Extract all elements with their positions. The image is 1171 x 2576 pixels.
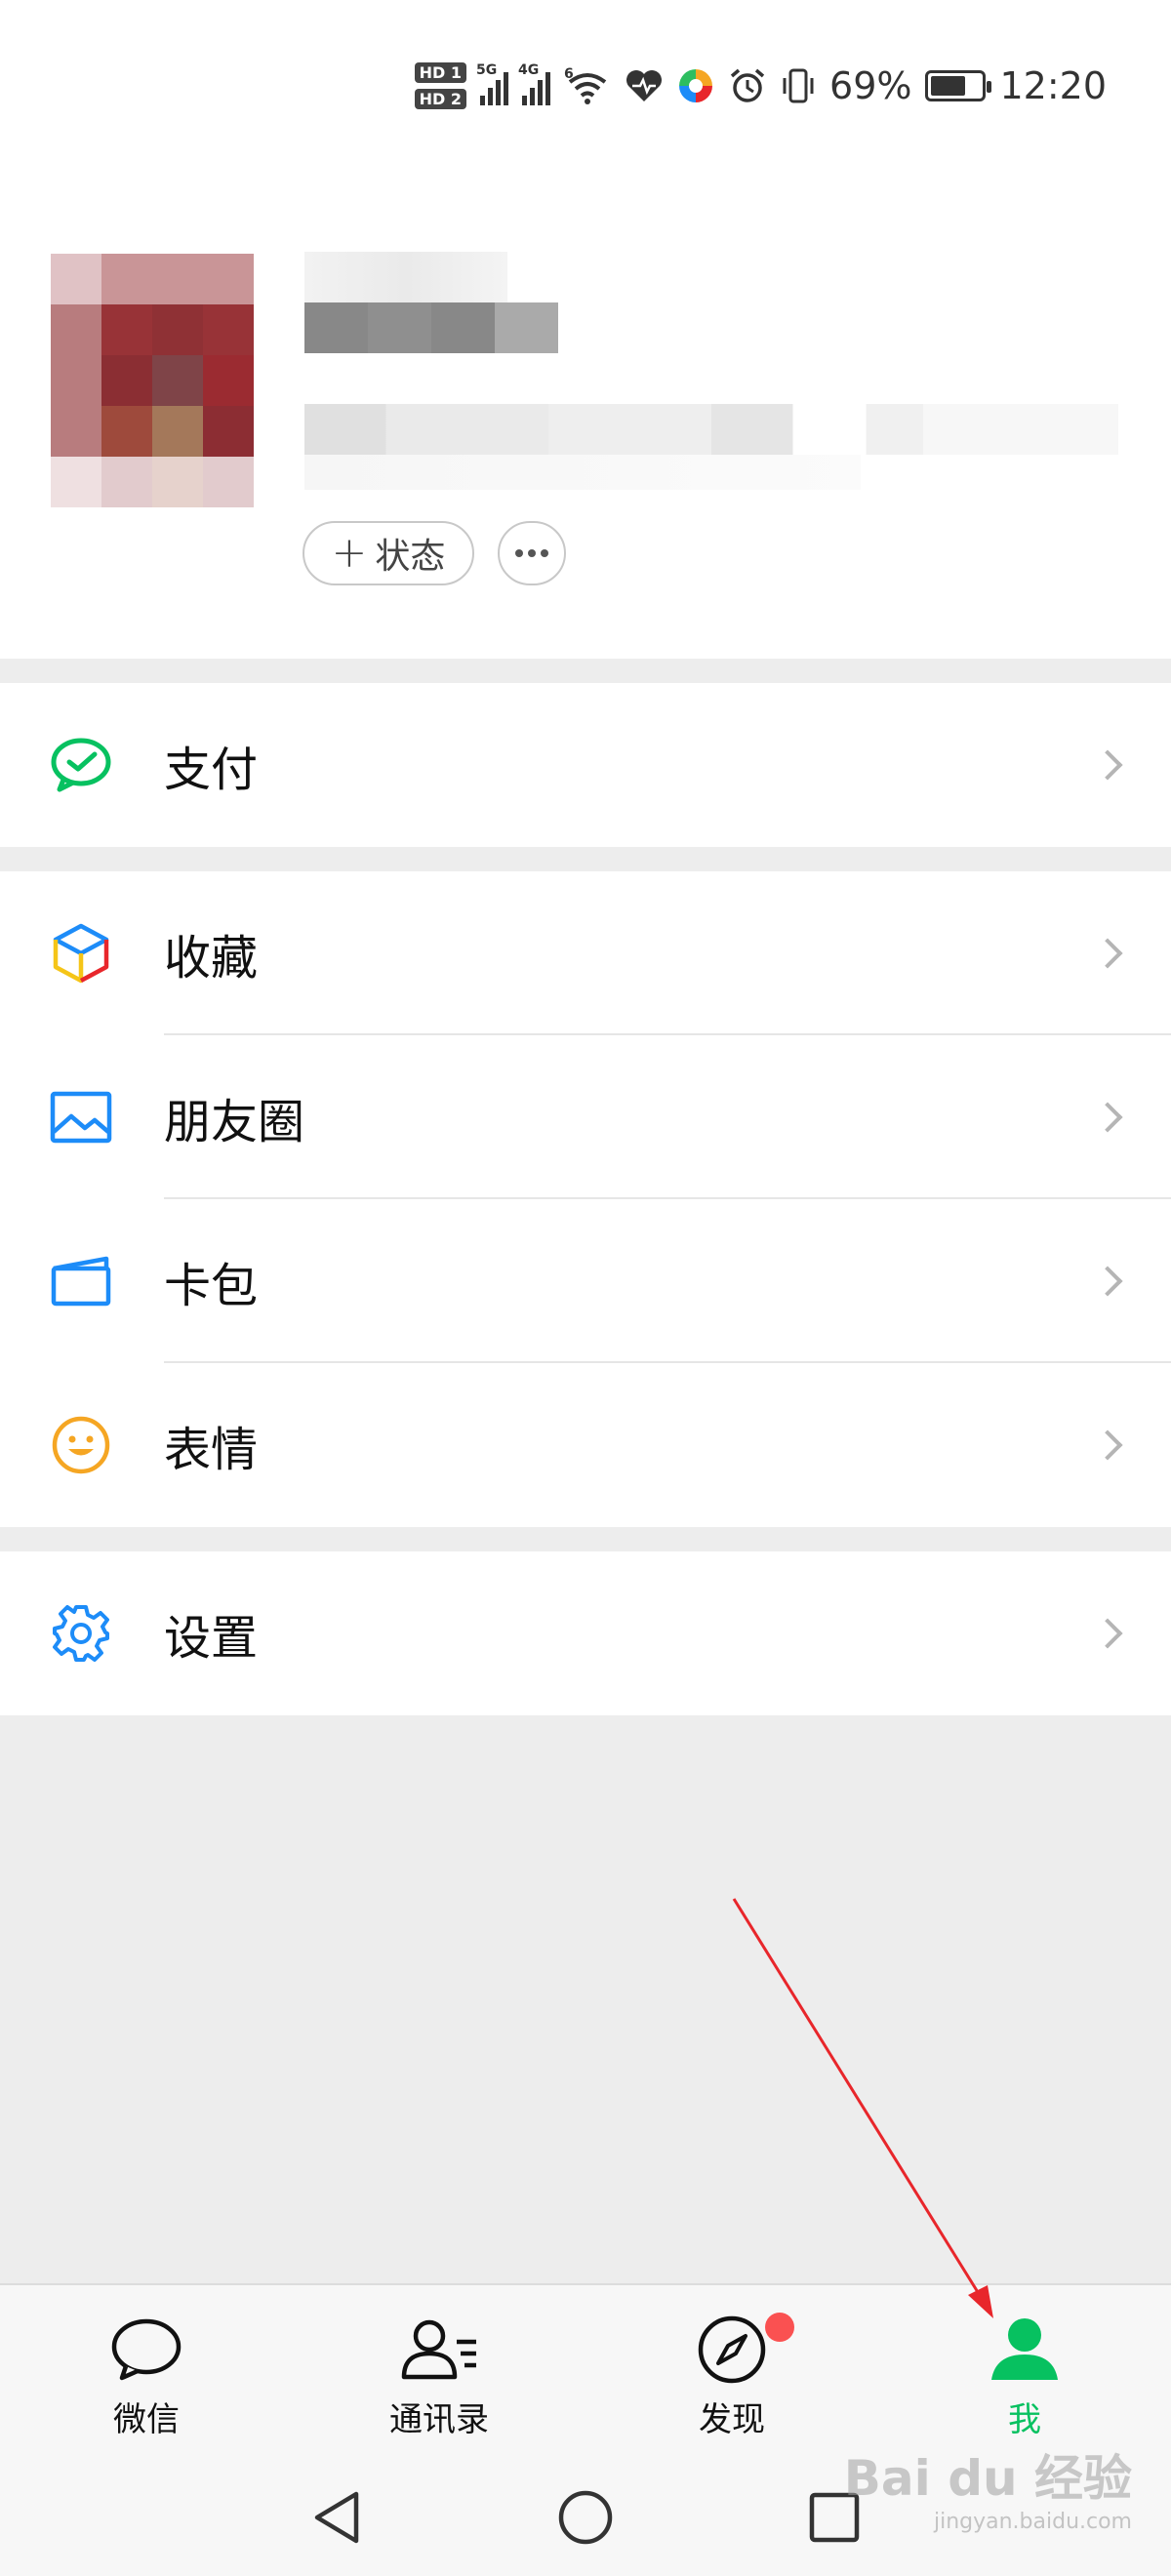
network-type-1: 5G — [476, 62, 498, 78]
chevron-right-icon — [1092, 938, 1123, 969]
battery-percent: 69% — [829, 64, 912, 107]
me-person-icon — [991, 2318, 1058, 2380]
menu-item-moments[interactable]: 朋友圈 — [0, 1035, 1171, 1199]
vibrate-icon — [783, 68, 814, 103]
pay-icon — [49, 733, 113, 797]
tab-chats[interactable]: 微信 — [49, 2311, 244, 2440]
tab-label-chats: 微信 — [113, 2400, 180, 2439]
sim-indicators: HD 1 HD 2 — [414, 62, 467, 109]
chevron-right-icon — [1092, 749, 1123, 781]
discover-badge — [765, 2313, 794, 2342]
watermark-brand: Bai du 经验 — [843, 2450, 1132, 2507]
menu-label-settings: 设置 — [164, 1611, 259, 1666]
menu-item-cards[interactable]: 卡包 — [0, 1199, 1171, 1363]
more-status-button[interactable] — [498, 521, 566, 585]
watermark-url: jingyan.baidu.com — [933, 2510, 1132, 2534]
tab-me[interactable]: 我 — [927, 2311, 1122, 2440]
nav-back-button[interactable] — [303, 2483, 371, 2552]
cards-wallet-icon — [49, 1249, 113, 1313]
nickname-blurred — [304, 302, 558, 353]
baidu-watermark: Bai du 经验 jingyan.baidu.com — [844, 2439, 1132, 2534]
nav-home-button[interactable] — [551, 2483, 620, 2552]
status-bar: HD 1 HD 2 5G 4G 6 69% 12:20 — [0, 0, 1171, 166]
alarm-icon — [730, 68, 765, 102]
menu-item-settings[interactable]: 设置 — [0, 1551, 1171, 1715]
smiley-icon — [49, 1413, 113, 1477]
signal-icon-2: 4G — [518, 62, 551, 105]
menu-label-favorites: 收藏 — [164, 931, 259, 986]
back-triangle-icon — [314, 2491, 359, 2544]
tab-label-me: 我 — [1008, 2400, 1041, 2439]
sim1-label: HD 1 — [414, 62, 467, 83]
battery-icon — [925, 70, 992, 101]
favorites-cube-icon — [49, 921, 113, 986]
status-icons: HD 1 HD 2 5G 4G 6 69% 12:20 — [414, 57, 1107, 115]
home-circle-icon — [558, 2490, 613, 2545]
menu-group-pay: 支付 — [0, 683, 1171, 847]
contacts-person-icon — [401, 2319, 476, 2380]
menu-item-pay[interactable]: 支付 — [0, 683, 1171, 847]
network-type-2: 4G — [518, 62, 540, 78]
menu-group-settings: 设置 — [0, 1551, 1171, 1715]
wechat-id-blur-bottom — [304, 455, 861, 490]
menu-label-moments: 朋友圈 — [164, 1095, 305, 1149]
app-notification-icon — [679, 69, 713, 102]
compass-icon — [698, 2315, 766, 2384]
bottom-tab-bar: 微信 通讯录 发现 我 — [0, 2283, 1171, 2454]
tab-label-contacts: 通讯录 — [389, 2400, 489, 2439]
menu-label-cards: 卡包 — [164, 1259, 259, 1313]
chat-bubble-icon — [111, 2318, 182, 2381]
profile-header[interactable]: + 状态 — [0, 166, 1171, 659]
chevron-right-icon — [1092, 1429, 1123, 1461]
moments-picture-icon — [49, 1085, 113, 1149]
health-heart-icon — [626, 70, 663, 101]
chevron-right-icon — [1092, 1618, 1123, 1649]
status-button-label: 状态 — [375, 537, 446, 577]
chevron-right-icon — [1092, 1102, 1123, 1133]
avatar[interactable] — [51, 254, 254, 507]
gear-icon — [49, 1601, 113, 1666]
tab-contacts[interactable]: 通讯录 — [342, 2311, 537, 2440]
clock: 12:20 — [999, 64, 1107, 107]
add-status-button[interactable]: + 状态 — [303, 521, 474, 585]
menu-item-favorites[interactable]: 收藏 — [0, 871, 1171, 1035]
signal-icon-1: 5G — [476, 62, 509, 105]
wifi-icon: 6 — [564, 66, 607, 104]
sim2-label: HD 2 — [414, 89, 467, 109]
chevron-right-icon — [1092, 1266, 1123, 1297]
menu-group-main: 收藏 朋友圈 卡包 表情 — [0, 871, 1171, 1527]
tab-label-discover: 发现 — [699, 2400, 765, 2439]
menu-item-stickers[interactable]: 表情 — [0, 1363, 1171, 1527]
nickname-blur-top — [304, 252, 507, 302]
menu-label-stickers: 表情 — [164, 1423, 259, 1477]
wechat-id-blurred — [304, 404, 1118, 455]
menu-label-pay: 支付 — [164, 743, 259, 797]
tab-discover[interactable]: 发现 — [634, 2311, 829, 2440]
plus-icon: + — [331, 528, 368, 578]
ellipsis-icon — [515, 549, 548, 557]
